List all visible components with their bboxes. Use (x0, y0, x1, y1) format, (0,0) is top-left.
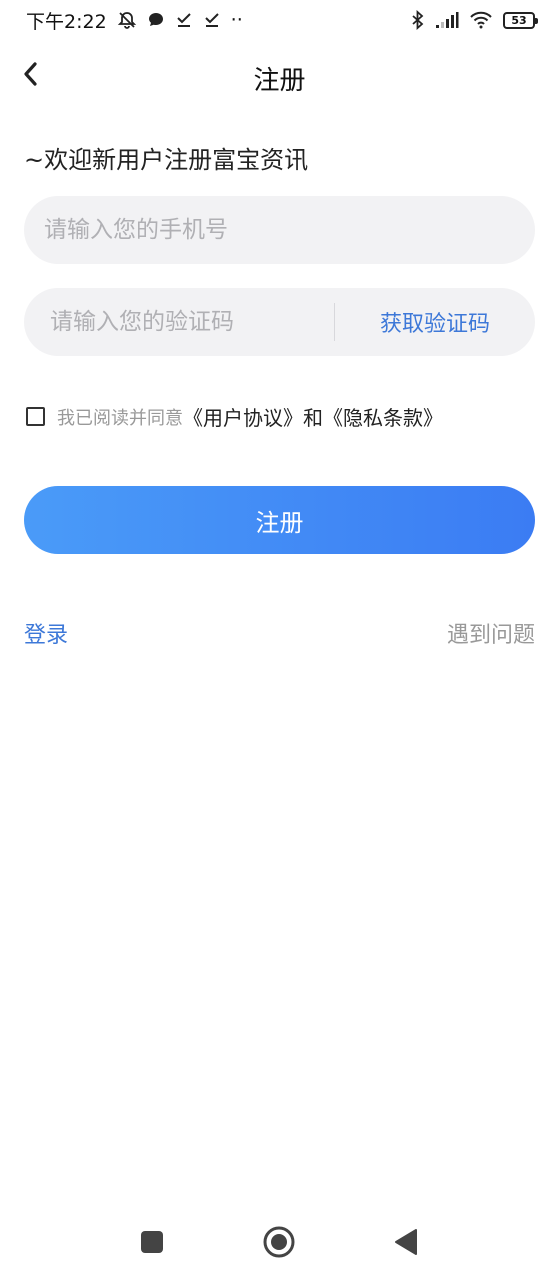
nav-header: 注册 (0, 44, 559, 114)
home-button[interactable] (261, 1226, 297, 1262)
wifi-icon (469, 11, 493, 29)
recent-apps-button[interactable] (134, 1226, 170, 1262)
download-done-icon (203, 11, 221, 29)
chat-bubble-icon (147, 11, 165, 29)
help-link[interactable]: 遇到问题 (447, 617, 535, 649)
register-button[interactable]: 注册 (24, 486, 535, 554)
status-time: 下午2:22 (26, 10, 107, 33)
agreement-prefix: 我已阅读并同意 (57, 407, 183, 429)
square-icon (140, 1230, 164, 1258)
status-left: 下午2:22 ·· (26, 7, 243, 34)
status-bar: 下午2:22 ·· 53 (0, 0, 559, 40)
download-done-icon (175, 11, 193, 29)
battery-icon: 53 (503, 11, 538, 29)
phone-input[interactable] (24, 196, 535, 264)
welcome-text: ~欢迎新用户注册富宝资讯 (24, 146, 309, 174)
agreement-checkbox[interactable] (26, 407, 45, 426)
code-field: 获取验证码 (24, 288, 535, 356)
bell-muted-icon (117, 10, 137, 30)
user-agreement-link[interactable]: 《用户协议》 (183, 402, 303, 431)
more-notifications-dots: ·· (230, 9, 243, 31)
circle-icon (262, 1225, 296, 1263)
login-link[interactable]: 登录 (24, 617, 68, 649)
bluetooth-icon (411, 10, 425, 30)
phone-field (24, 196, 535, 264)
system-back-button[interactable] (388, 1226, 424, 1262)
get-code-button[interactable]: 获取验证码 (335, 306, 535, 338)
verification-code-input[interactable] (24, 288, 334, 356)
system-nav-bar (0, 1216, 559, 1272)
page-title: 注册 (253, 66, 306, 96)
status-right: 53 (411, 10, 538, 30)
agreement-row: 我已阅读并同意 《用户协议》 和 《隐私条款》 (26, 402, 443, 431)
signal-icon (435, 11, 459, 29)
agreement-and: 和 (303, 406, 323, 430)
triangle-left-icon (394, 1228, 418, 1260)
privacy-policy-link[interactable]: 《隐私条款》 (323, 402, 443, 431)
